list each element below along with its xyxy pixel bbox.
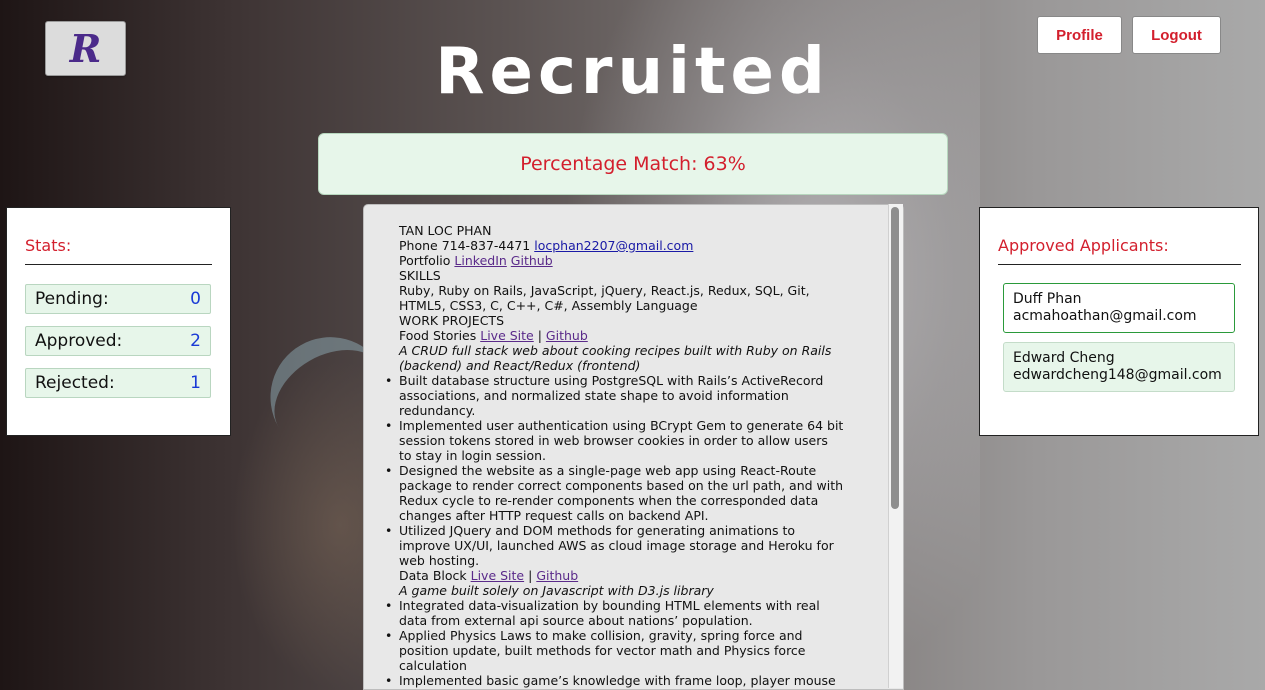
- project-bullets: Built database structure using PostgreSQ…: [385, 373, 869, 688]
- applicant-name: Edward Cheng: [1013, 350, 1115, 366]
- resume-viewer[interactable]: TAN LOC PHAN Phone 714-837-4471 locphan2…: [363, 204, 904, 690]
- stat-approved[interactable]: Approved: 2: [25, 326, 211, 356]
- page-title: Recruited: [435, 35, 830, 109]
- applicant-email: acmahoathan@gmail.com: [1013, 308, 1197, 324]
- github-link[interactable]: Github: [511, 253, 553, 268]
- stats-divider: [25, 264, 212, 265]
- list-item: Applied Physics Laws to make collision, …: [385, 628, 869, 673]
- stat-pending[interactable]: Pending: 0: [25, 284, 211, 314]
- stat-value: 2: [190, 331, 201, 351]
- stats-panel: Stats: Pending: 0 Approved: 2 Rejected: …: [6, 207, 231, 436]
- stat-label: Rejected:: [35, 373, 115, 393]
- bullet-line: improve UX/UI, launched AWS as cloud ima…: [399, 538, 834, 553]
- linkedin-link[interactable]: LinkedIn: [454, 253, 506, 268]
- resume-email-link[interactable]: locphan2207@gmail.com: [534, 238, 693, 253]
- skills-heading: SKILLS: [399, 268, 441, 283]
- bullet-line: data from external api source about nati…: [399, 613, 753, 628]
- live-site-link[interactable]: Live Site: [480, 328, 534, 343]
- resume-portfolio: Portfolio LinkedIn Github: [399, 253, 869, 268]
- stat-value: 1: [190, 373, 201, 393]
- resume-name: TAN LOC PHAN: [399, 223, 492, 238]
- live-site-link[interactable]: Live Site: [471, 568, 525, 583]
- bullet-line: package to render correct components bas…: [399, 478, 844, 493]
- skills-line: Ruby, Ruby on Rails, JavaScript, jQuery,…: [399, 283, 810, 298]
- list-item: Built database structure using PostgreSQ…: [385, 373, 869, 418]
- bullet-line: changes after HTTP request calls on back…: [399, 508, 709, 523]
- stats-title: Stats:: [25, 236, 72, 255]
- bullet-line: position update, built methods for vecto…: [399, 643, 806, 658]
- project-name: Food Stories: [399, 328, 477, 343]
- skills-line: HTML5, CSS3, C, C++, C#, Assembly Langua…: [399, 298, 698, 313]
- list-item: Designed the website as a single-page we…: [385, 463, 869, 523]
- approved-divider: [998, 264, 1241, 265]
- bullet-line: Implemented user authentication using BC…: [399, 418, 844, 433]
- link-separator: |: [537, 328, 542, 343]
- applicant-card[interactable]: Edward Cheng edwardcheng148@gmail.com: [1003, 342, 1235, 392]
- bullet-line: session tokens stored in web browser coo…: [399, 433, 828, 448]
- stat-label: Pending:: [35, 289, 109, 309]
- approved-title: Approved Applicants:: [998, 236, 1169, 255]
- bullet-line: redundancy.: [399, 403, 476, 418]
- project-github-link[interactable]: Github: [546, 328, 588, 343]
- list-item: Implemented user authentication using BC…: [385, 418, 869, 463]
- resume-contact: Phone 714-837-4471 locphan2207@gmail.com: [399, 238, 869, 253]
- project-github-link[interactable]: Github: [536, 568, 578, 583]
- project-description: A CRUD full stack web about cooking reci…: [399, 343, 832, 358]
- bullet-line: associations, and normalized state shape…: [399, 388, 789, 403]
- bullet-line: web hosting.: [399, 553, 480, 568]
- stat-rejected[interactable]: Rejected: 1: [25, 368, 211, 398]
- project-description: (backend) and React/Redux (frontend): [399, 358, 641, 373]
- resume-phone: Phone 714-837-4471: [399, 238, 531, 253]
- project-header: Food Stories Live Site | Github: [399, 328, 869, 343]
- bullet-line: Integrated data-visualization by boundin…: [399, 598, 820, 613]
- resume-scrollbar-thumb[interactable]: [891, 207, 899, 509]
- bullet-line: Implemented basic game’s knowledge with …: [399, 673, 836, 688]
- bullet-line: to stay in login session.: [399, 448, 547, 463]
- resume-content: TAN LOC PHAN Phone 714-837-4471 locphan2…: [385, 223, 869, 688]
- project-description: A game built solely on Javascript with D…: [399, 583, 714, 598]
- bullet-line: Designed the website as a single-page we…: [399, 463, 817, 478]
- list-item: Utilized JQuery and DOM methods for gene…: [385, 523, 869, 598]
- stat-label: Approved:: [35, 331, 123, 351]
- approved-applicants-panel: Approved Applicants: Duff Phan acmahoath…: [979, 207, 1259, 436]
- link-separator: |: [528, 568, 533, 583]
- bullet-line: Applied Physics Laws to make collision, …: [399, 628, 803, 643]
- work-heading: WORK PROJECTS: [399, 313, 504, 328]
- applicant-email: edwardcheng148@gmail.com: [1013, 367, 1222, 383]
- bullet-line: calculation: [399, 658, 467, 673]
- stat-value: 0: [190, 289, 201, 309]
- bullet-line: Utilized JQuery and DOM methods for gene…: [399, 523, 796, 538]
- portfolio-label: Portfolio: [399, 253, 451, 268]
- project-header: Data Block Live Site | Github: [399, 568, 869, 583]
- list-item: Integrated data-visualization by boundin…: [385, 598, 869, 628]
- applicant-card[interactable]: Duff Phan acmahoathan@gmail.com: [1003, 283, 1235, 333]
- percentage-match-banner: Percentage Match: 63%: [318, 133, 948, 195]
- applicant-name: Duff Phan: [1013, 291, 1082, 307]
- project-name: Data Block: [399, 568, 467, 583]
- list-item: Implemented basic game’s knowledge with …: [385, 673, 869, 688]
- bullet-line: Built database structure using PostgreSQ…: [399, 373, 824, 388]
- bullet-line: Redux cycle to re-render components when…: [399, 493, 819, 508]
